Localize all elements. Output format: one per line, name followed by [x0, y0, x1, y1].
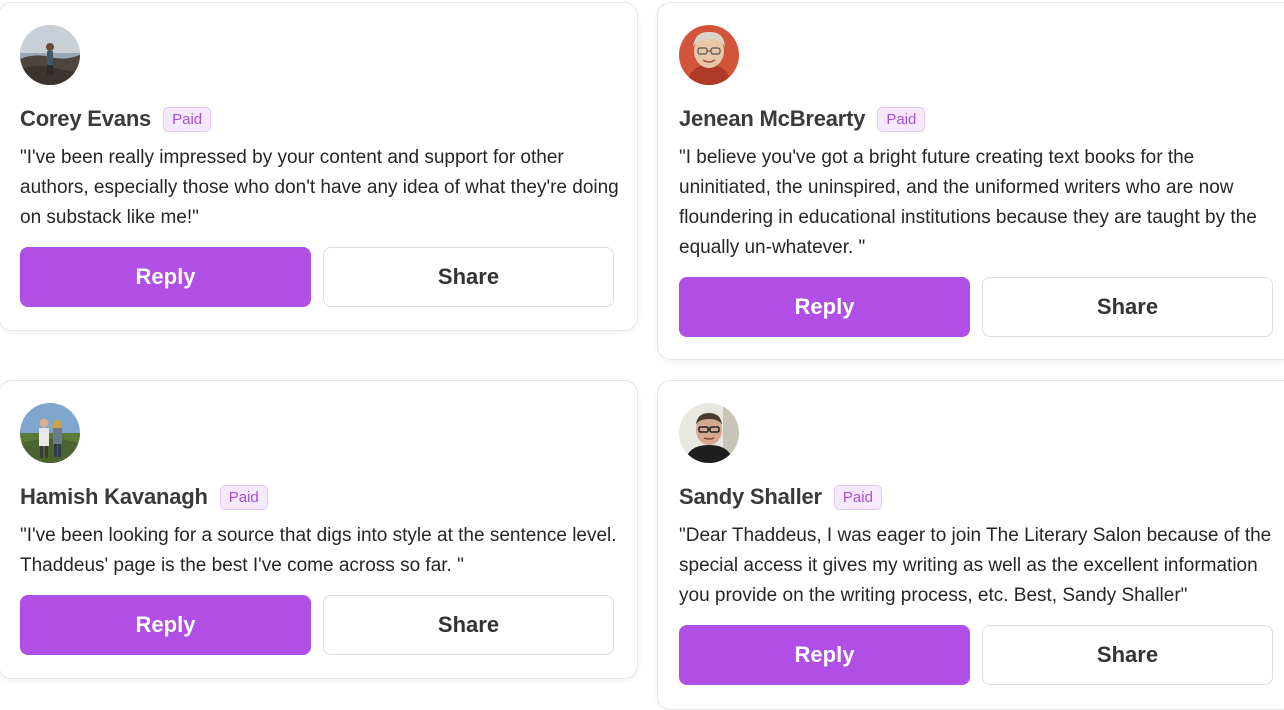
- testimonial-text: "I believe you've got a bright future cr…: [679, 147, 1257, 258]
- share-button[interactable]: Share: [323, 595, 614, 655]
- avatar[interactable]: [679, 403, 739, 463]
- reply-button[interactable]: Reply: [679, 277, 970, 337]
- author-name[interactable]: Sandy Shaller: [679, 484, 822, 510]
- author-row: Hamish Kavanagh Paid: [20, 481, 268, 513]
- testimonial-text: "I've been looking for a source that dig…: [20, 525, 617, 576]
- testimonial-card: Hamish Kavanagh Paid "I've been looking …: [0, 380, 638, 679]
- author-name[interactable]: Corey Evans: [20, 106, 151, 132]
- reply-button[interactable]: Reply: [20, 247, 311, 307]
- share-button[interactable]: Share: [323, 247, 614, 307]
- reply-button[interactable]: Reply: [20, 595, 311, 655]
- reply-button[interactable]: Reply: [679, 625, 970, 685]
- testimonial-text: "Dear Thaddeus, I was eager to join The …: [679, 525, 1272, 606]
- share-button[interactable]: Share: [982, 277, 1273, 337]
- author-row: Sandy Shaller Paid: [679, 481, 882, 513]
- avatar[interactable]: [679, 25, 739, 85]
- testimonial-card: Sandy Shaller Paid "Dear Thaddeus, I was…: [657, 380, 1284, 710]
- paid-badge: Paid: [833, 484, 882, 510]
- paid-badge: Paid: [219, 484, 268, 510]
- avatar[interactable]: [20, 403, 80, 463]
- testimonial-card: Corey Evans Paid "I've been really impre…: [0, 2, 638, 331]
- paid-badge: Paid: [163, 106, 212, 132]
- testimonial-card: Jenean McBrearty Paid "I believe you've …: [657, 2, 1284, 360]
- share-button[interactable]: Share: [982, 625, 1273, 685]
- author-name[interactable]: Jenean McBrearty: [679, 106, 866, 132]
- testimonial-text: "I've been really impressed by your cont…: [20, 147, 619, 228]
- avatar[interactable]: [20, 25, 80, 85]
- author-row: Jenean McBrearty Paid: [679, 103, 926, 135]
- author-row: Corey Evans Paid: [20, 103, 212, 135]
- paid-badge: Paid: [877, 106, 926, 132]
- author-name[interactable]: Hamish Kavanagh: [20, 484, 208, 510]
